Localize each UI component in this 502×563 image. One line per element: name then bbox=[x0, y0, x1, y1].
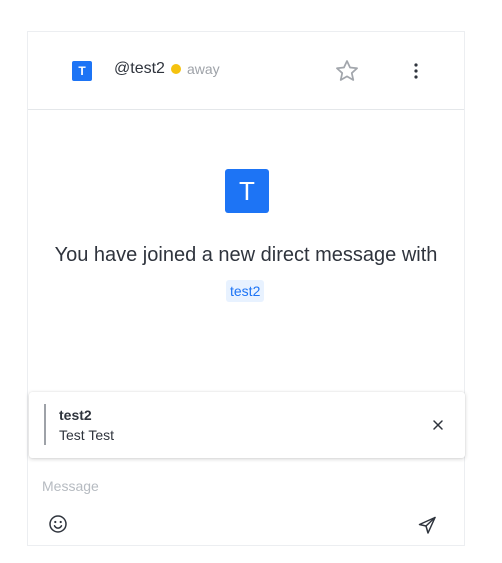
quote-bar bbox=[44, 404, 46, 445]
room-header: T @test2 away bbox=[28, 32, 464, 110]
send-icon bbox=[418, 516, 436, 534]
username-label: @test2 bbox=[114, 60, 165, 78]
reply-preview: test2 Test Test bbox=[29, 392, 465, 458]
send-button[interactable] bbox=[417, 515, 437, 535]
username: test2 bbox=[130, 60, 165, 77]
cancel-reply-button[interactable] bbox=[431, 418, 445, 432]
status-dot-icon bbox=[170, 64, 181, 74]
emoji-icon bbox=[49, 515, 67, 533]
star-icon bbox=[336, 60, 358, 81]
reply-text: Test Test bbox=[59, 427, 114, 443]
room-title[interactable]: @test2 away bbox=[114, 60, 220, 78]
emoji-button[interactable] bbox=[48, 514, 68, 534]
message-composer bbox=[28, 460, 464, 545]
favorite-button[interactable] bbox=[334, 58, 360, 84]
status-text: away bbox=[186, 61, 220, 77]
avatar[interactable]: T bbox=[72, 61, 92, 81]
close-icon bbox=[433, 420, 443, 430]
welcome-message: You have joined a new direct message wit… bbox=[54, 244, 438, 266]
direct-message-panel: T @test2 away T You have joined a new di… bbox=[27, 31, 465, 546]
message-input[interactable] bbox=[42, 476, 442, 496]
room-menu-button[interactable] bbox=[406, 60, 426, 82]
welcome-section: T You have joined a new direct message w… bbox=[28, 110, 464, 390]
room-avatar[interactable]: T bbox=[225, 169, 269, 213]
reply-author: test2 bbox=[59, 407, 92, 423]
user-mention[interactable]: test2 bbox=[226, 280, 265, 302]
at-symbol: @ bbox=[114, 60, 131, 77]
kebab-menu-icon bbox=[414, 63, 418, 79]
